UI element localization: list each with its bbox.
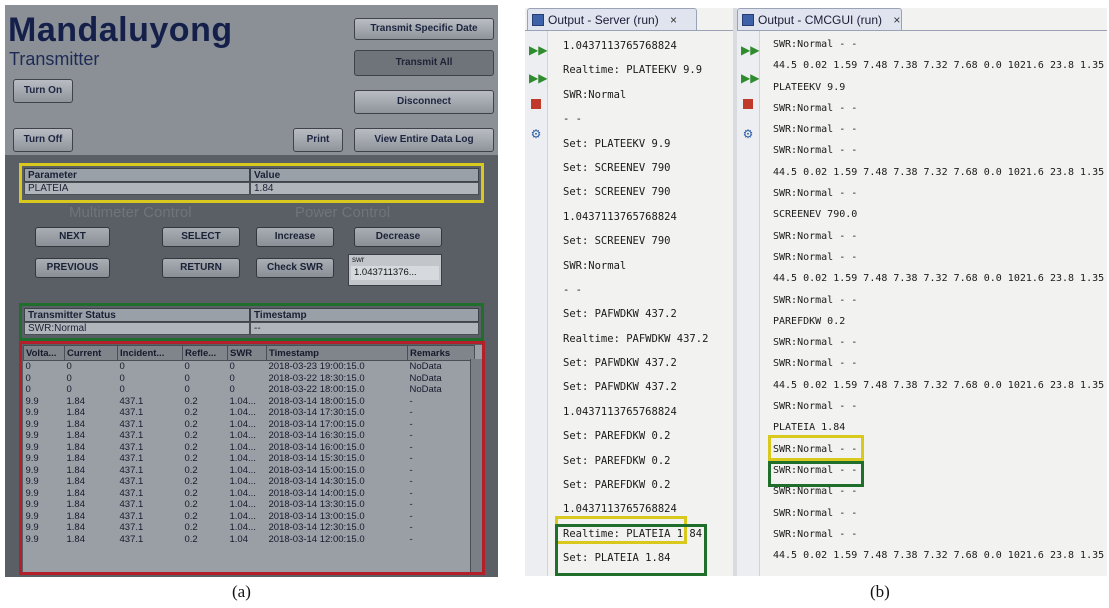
turn-on-button[interactable]: Turn On [13, 79, 73, 103]
settings-icon[interactable]: ⚙ [529, 127, 543, 141]
output-line: Set: PAREFDKW 0.2 [563, 479, 671, 492]
next-button[interactable]: NEXT [35, 227, 110, 247]
output-line: SWR:Normal - - [773, 337, 858, 349]
output-line: SWR:Normal - - [773, 528, 858, 540]
print-button[interactable]: Print [293, 128, 343, 152]
value-cell[interactable]: 1.84 [250, 182, 479, 195]
rerun-with-params-icon[interactable]: ▶▶ [741, 71, 759, 85]
status-timestamp-cell[interactable]: -- [250, 322, 479, 335]
swr-field-label: swr [352, 255, 365, 264]
rerun-icon[interactable]: ▶▶ [529, 43, 547, 57]
disconnect-button[interactable]: Disconnect [354, 90, 494, 114]
output-line: - - [563, 283, 582, 296]
output-line: 1.0437113765768824 [563, 405, 677, 418]
output-line: 44.5 0.02 1.59 7.48 7.38 7.32 7.68 0.0 1… [773, 60, 1105, 72]
decrease-button[interactable]: Decrease [354, 227, 442, 247]
swr-field[interactable]: swr 1.043711376... [348, 254, 442, 286]
output-line: SWR:Normal - - [773, 401, 858, 413]
multimeter-control-label: Multimeter Control [69, 204, 192, 221]
output-line: Set: PAFWDKW 437.2 [563, 357, 677, 370]
timestamp-header: Timestamp [250, 308, 479, 322]
output-line: 44.5 0.02 1.59 7.48 7.38 7.32 7.68 0.0 1… [773, 273, 1105, 285]
tab-server-label: Output - Server (run) [548, 13, 659, 27]
output-line: 1.0437113765768824 [563, 40, 677, 52]
close-icon[interactable]: × [670, 13, 677, 27]
view-data-log-button[interactable]: View Entire Data Log [354, 128, 494, 152]
parameter-column-header: Parameter [24, 168, 250, 182]
log-highlight-box [19, 341, 485, 575]
output-line: SWR:Normal - - [773, 251, 858, 263]
output-line: 44.5 0.02 1.59 7.48 7.38 7.32 7.68 0.0 1… [773, 379, 1105, 391]
output-line: Set: SCREENEV 790 [563, 186, 671, 199]
output-line: Set: SCREENEV 790 [563, 161, 671, 174]
output-line: SWR:Normal [563, 88, 627, 101]
caption-b: (b) [870, 582, 890, 601]
output-line: Set: PAREFDKW 0.2 [563, 454, 671, 467]
server-output-toolbar: ▶▶ ▶▶ ⚙ [525, 31, 548, 576]
output-line: SWR:Normal - - [773, 230, 858, 242]
increase-button[interactable]: Increase [256, 227, 334, 247]
transmitter-gui-panel: Mandaluyong Transmitter Transmit Specifi… [5, 5, 498, 577]
tab-divider [525, 30, 1107, 31]
output-line: SWR:Normal - - [773, 124, 858, 136]
transmitter-status-cell[interactable]: SWR:Normal [24, 322, 250, 335]
tab-output-server[interactable]: Output - Server (run) × [527, 8, 697, 30]
output-line: SWR:Normal - - [773, 294, 858, 306]
output-line: SCREENEV 790.0 [773, 209, 858, 221]
output-line: Set: PAFWDKW 437.2 [563, 381, 677, 394]
output-line: SWR:Normal - - [773, 507, 858, 519]
plateia-highlight-box [768, 435, 864, 461]
turn-off-button[interactable]: Turn Off [13, 128, 73, 152]
transmit-all-button[interactable]: Transmit All [354, 50, 494, 76]
output-line: 44.5 0.02 1.59 7.48 7.38 7.32 7.68 0.0 1… [773, 166, 1105, 178]
transmit-specific-date-button[interactable]: Transmit Specific Date [354, 18, 494, 40]
output-line: PLATEEKV 9.9 [773, 81, 846, 93]
rerun-icon[interactable]: ▶▶ [741, 43, 759, 57]
netbeans-output-panel: Output - Server (run) × Output - CMCGUI … [525, 8, 1107, 576]
server-swr-highlight-box [555, 524, 707, 576]
swr-field-value: 1.043711376... [351, 266, 439, 280]
output-line: Realtime: PLATEEKV 9.9 [563, 64, 703, 77]
previous-button[interactable]: PREVIOUS [35, 258, 110, 278]
caption-a: (a) [232, 582, 251, 601]
settings-icon[interactable]: ⚙ [741, 127, 755, 141]
tab-cmc-label: Output - CMCGUI (run) [758, 13, 883, 27]
output-line: SWR:Normal - - [773, 358, 858, 370]
output-line: SWR:Normal - - [773, 39, 858, 50]
output-line: Set: PAREFDKW 0.2 [563, 430, 671, 443]
stop-icon[interactable] [531, 99, 541, 109]
power-control-label: Power Control [295, 204, 391, 221]
output-line: 1.0437113765768824 [563, 210, 677, 223]
check-swr-button[interactable]: Check SWR [256, 258, 334, 278]
app-subtitle: Transmitter [9, 49, 100, 69]
stop-icon[interactable] [743, 99, 753, 109]
output-line: Set: PAFWDKW 437.2 [563, 308, 677, 321]
close-icon[interactable]: × [893, 13, 900, 27]
output-line: - - [563, 113, 582, 126]
server-output-text: 1.0437113765768824 Realtime: PLATEEKV 9.9… [563, 34, 733, 576]
output-line: 44.5 0.02 1.59 7.48 7.38 7.32 7.68 0.0 1… [773, 550, 1105, 562]
output-line: SWR:Normal - - [773, 145, 858, 157]
app-title: Mandaluyong [8, 11, 233, 49]
header-area: Mandaluyong Transmitter Transmit Specifi… [5, 5, 498, 155]
transmitter-status-header: Transmitter Status [24, 308, 250, 322]
cmc-swr-highlight-box [768, 461, 864, 487]
output-line: Realtime: PAFWDKW 437.2 [563, 332, 709, 345]
output-line: SWR:Normal - - [773, 188, 858, 200]
output-window-icon [742, 14, 754, 26]
output-line: Set: PLATEEKV 9.9 [563, 137, 671, 150]
return-button[interactable]: RETURN [162, 258, 240, 278]
output-line: SWR:Normal [563, 259, 627, 272]
output-line: SWR:Normal - - [773, 102, 858, 114]
output-line: Set: SCREENEV 790 [563, 235, 671, 248]
tab-output-cmcgui[interactable]: Output - CMCGUI (run) × [737, 8, 902, 30]
select-button[interactable]: SELECT [162, 227, 240, 247]
value-column-header: Value [250, 168, 479, 182]
cmcgui-output-toolbar: ▶▶ ▶▶ ⚙ [737, 31, 760, 576]
output-line: PAREFDKW 0.2 [773, 315, 846, 327]
rerun-with-params-icon[interactable]: ▶▶ [529, 71, 547, 85]
output-window-icon [532, 14, 544, 26]
parameter-cell[interactable]: PLATEIA [24, 182, 250, 195]
